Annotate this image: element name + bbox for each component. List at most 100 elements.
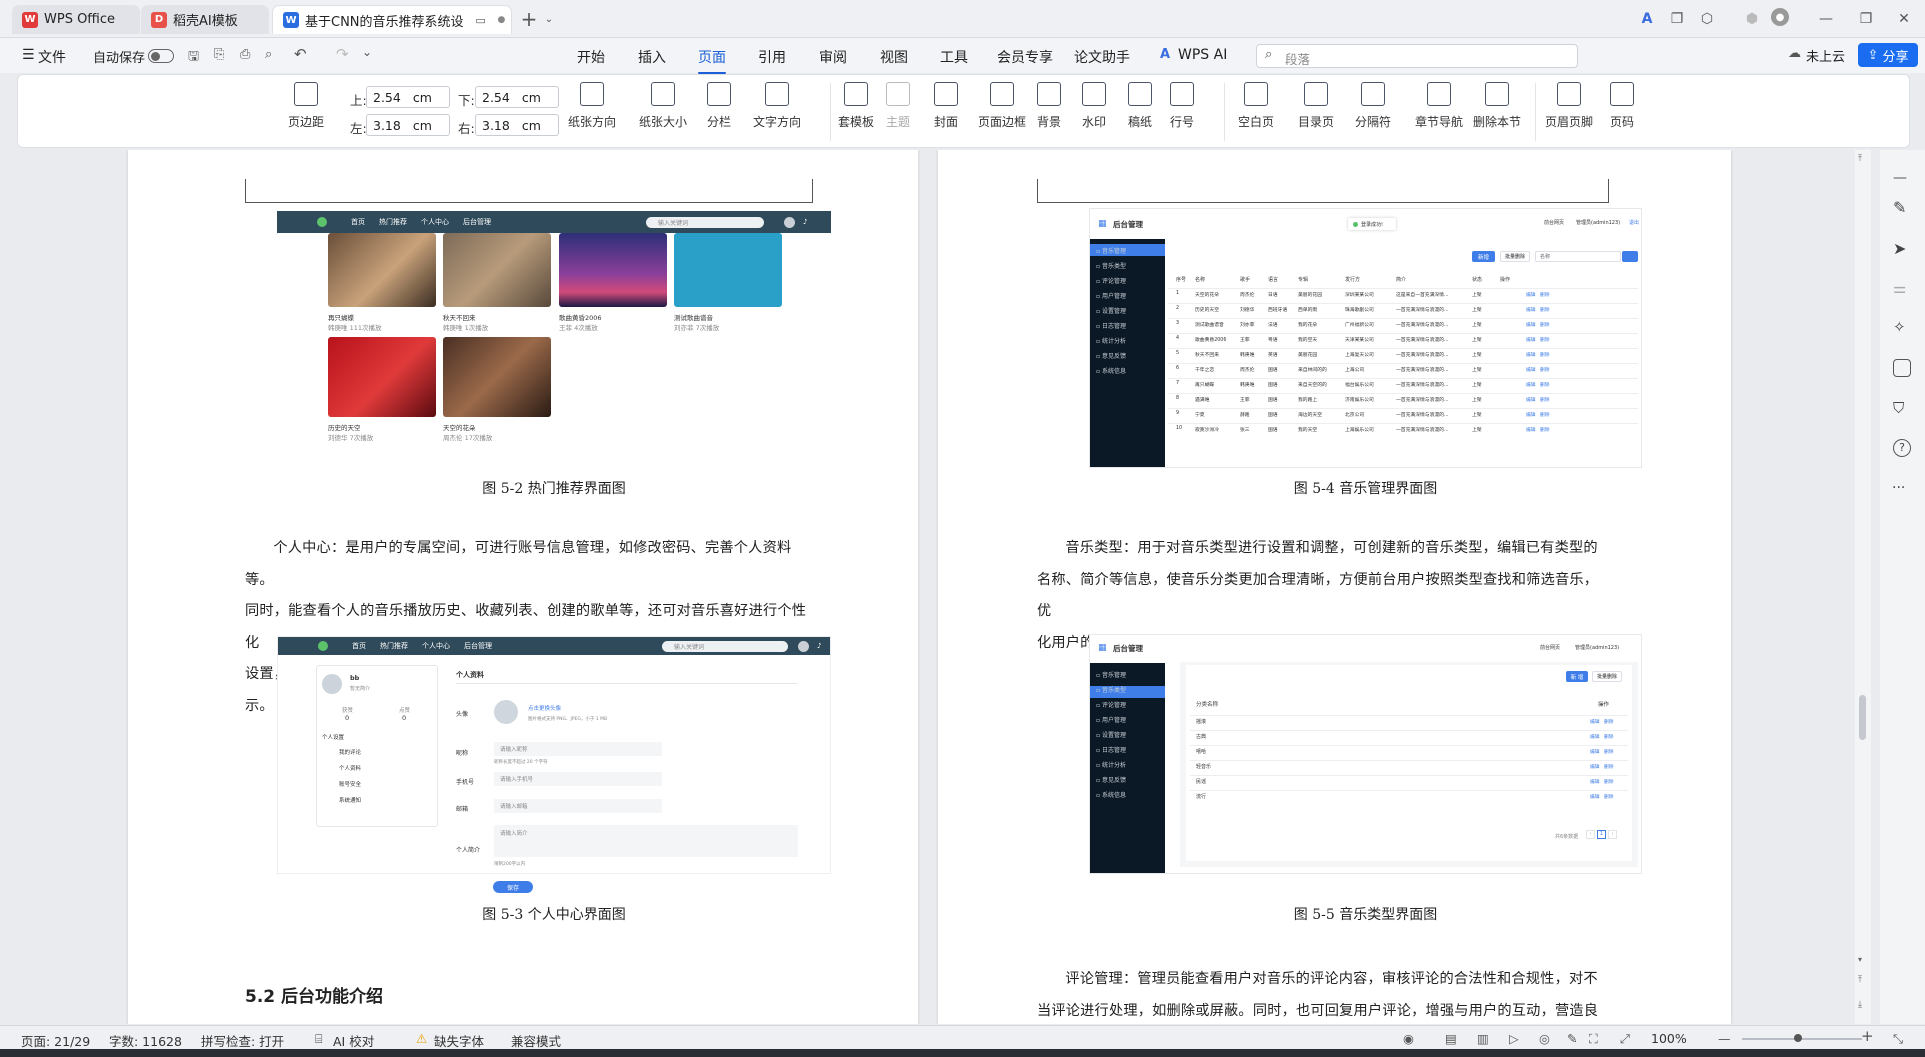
zoom-level[interactable]: 100% (1651, 1031, 1687, 1046)
text-direction-button[interactable]: 文字方向 (753, 82, 801, 130)
background-button[interactable]: 背景 (1037, 82, 1061, 130)
scroll-top-icon[interactable]: ⤒ (1858, 154, 1862, 164)
prev-page-icon[interactable]: ⤒ (1858, 975, 1862, 985)
hamburger-icon[interactable]: ☰ (22, 47, 35, 63)
menu-start[interactable]: 开始 (577, 47, 605, 67)
play-icon[interactable]: ▷ (1509, 1031, 1519, 1046)
page-border-button[interactable]: 页面边框 (978, 82, 1026, 130)
tab-docer[interactable]: D 稻壳AI模板 (141, 5, 269, 34)
spell-check[interactable]: 拼写检查: 打开 (201, 1031, 284, 1050)
theme-button[interactable]: 主题 (886, 82, 910, 130)
template-button[interactable]: 套模板 (838, 82, 874, 130)
zoom-slider-thumb[interactable] (1794, 1034, 1802, 1042)
cursor-icon[interactable]: ➤ (1893, 239, 1911, 258)
paper-size-button[interactable]: 纸张大小 (639, 82, 687, 130)
pen-icon[interactable]: ✎ (1893, 198, 1911, 217)
shirt-icon[interactable]: ⛉ (1893, 399, 1911, 417)
cloud-status[interactable]: 未上云 (1806, 46, 1845, 65)
menu-page[interactable]: 页面 (698, 47, 726, 74)
close-window-icon[interactable]: ✕ (1893, 8, 1915, 30)
menu-member[interactable]: 会员专享 (997, 47, 1053, 67)
avatar-icon[interactable]: ● (1771, 8, 1789, 26)
left-margin-field[interactable]: 3.18 cm (366, 114, 450, 136)
ribbon-separator (830, 83, 831, 141)
wps-ai-icon[interactable]: A (1636, 8, 1658, 30)
header-footer-button[interactable]: 页眉页脚 (1545, 82, 1593, 130)
manuscript-button[interactable]: 稿纸 (1128, 82, 1152, 130)
undo-icon[interactable]: ↶ (294, 45, 307, 63)
search-input[interactable]: ⌕ 段落 (1256, 44, 1578, 68)
menu-wps-ai[interactable]: WPS AI (1178, 47, 1227, 63)
zoom-fit-icon[interactable]: ⤢ (1620, 1031, 1630, 1047)
star-cursor-icon[interactable]: ✧ (1893, 318, 1911, 336)
menu-thesis[interactable]: 论文助手 (1074, 47, 1130, 67)
missing-font[interactable]: 缺失字体 (434, 1031, 484, 1050)
menu-view[interactable]: 视图 (880, 47, 908, 67)
window-icon[interactable]: ❐ (1666, 8, 1688, 30)
monitor-icon[interactable]: ▭ (470, 9, 492, 31)
table-cell: 嘻哈 (1196, 749, 1207, 755)
line-number-button[interactable]: 行号 (1170, 82, 1194, 130)
zoom-slider[interactable] (1742, 1034, 1862, 1042)
web-view-icon[interactable]: ◎ (1539, 1031, 1550, 1046)
cube-icon[interactable]: ⬡ (1696, 8, 1718, 30)
zoom-in-icon[interactable]: + (1861, 1027, 1874, 1045)
fit-icon[interactable]: ⛶ (1589, 1031, 1598, 1047)
share-button[interactable]: ⇪ 分享 (1858, 43, 1918, 67)
fullscreen-icon[interactable]: ⤡ (1893, 1031, 1903, 1047)
chevron-down-icon[interactable]: ⌄ (538, 8, 560, 30)
menu-reference[interactable]: 引用 (758, 47, 786, 67)
more-chevron-icon[interactable]: ⌄ (362, 45, 372, 59)
margins-button[interactable]: 页边距 (288, 82, 324, 130)
tab-document[interactable]: W 基于CNN的音乐推荐系统设 ▭ ● (272, 5, 512, 34)
section-nav-button[interactable]: 章节导航 (1415, 82, 1463, 130)
save-icon[interactable]: 🖫 (188, 47, 199, 69)
watermark-button[interactable]: 水印 (1082, 82, 1106, 130)
redo-icon[interactable]: ↷ (336, 45, 349, 63)
close-tab-icon[interactable]: ● (498, 15, 506, 25)
eye-icon[interactable]: ◉ (1403, 1031, 1414, 1046)
file-menu[interactable]: 文件 (38, 47, 66, 67)
word-count[interactable]: 字数: 11628 (109, 1031, 182, 1050)
toc-page-button[interactable]: 目录页 (1298, 82, 1334, 130)
ai-check[interactable]: AI 校对 (333, 1031, 374, 1050)
blank-page-button[interactable]: 空白页 (1238, 82, 1274, 130)
minimize-icon[interactable]: — (1815, 8, 1837, 30)
preview-icon[interactable]: ⌕ (265, 47, 272, 62)
export-icon[interactable]: ⎘ (214, 47, 224, 62)
print-icon[interactable]: ⎙ (240, 47, 250, 62)
menu-insert[interactable]: 插入 (638, 47, 666, 67)
more-icon[interactable]: ··· (1892, 480, 1905, 496)
page-indicator[interactable]: 页面: 21/29 (21, 1031, 90, 1050)
sliders-icon[interactable]: ⚌ (1893, 279, 1911, 297)
bottom-margin-field[interactable]: 2.54 cm (475, 86, 559, 108)
collapse-icon[interactable]: — (1893, 170, 1907, 186)
scroll-thumb[interactable] (1859, 695, 1866, 740)
columns-button[interactable]: 分栏 (707, 82, 731, 130)
doc-check-icon[interactable] (1893, 359, 1911, 377)
separator-button[interactable]: 分隔符 (1355, 82, 1391, 130)
row-action: 删除 (1540, 428, 1550, 433)
cover-button[interactable]: 封面 (934, 82, 958, 130)
tab-wps-office[interactable]: W WPS Office (12, 5, 140, 34)
new-tab-icon[interactable]: + (518, 7, 540, 31)
outline-view-icon[interactable]: ▥ (1477, 1031, 1489, 1046)
page-number-button[interactable]: 页码 (1610, 82, 1634, 130)
right-margin-field[interactable]: 3.18 cm (475, 114, 559, 136)
edit-icon[interactable]: ✎ (1567, 1031, 1577, 1046)
menu-review[interactable]: 审阅 (819, 47, 847, 67)
zoom-out-icon[interactable]: — (1718, 1031, 1731, 1046)
delete-section-button[interactable]: 删除本节 (1473, 82, 1521, 130)
autosave-toggle[interactable] (148, 49, 174, 63)
vertical-scrollbar[interactable]: ⤒ ▾ ⤒ ⤓ (1855, 150, 1871, 1024)
help-icon[interactable]: ? (1893, 439, 1911, 457)
next-page-icon[interactable]: ⤓ (1858, 1000, 1862, 1010)
menu-tools[interactable]: 工具 (940, 47, 968, 67)
settings-icon[interactable]: ⬢ (1741, 8, 1763, 30)
orientation-button[interactable]: 纸张方向 (568, 82, 616, 130)
top-margin-field[interactable]: 2.54 cm (366, 86, 450, 108)
restore-icon[interactable]: ❐ (1855, 8, 1877, 30)
row-action: 删除 (1540, 383, 1550, 388)
scroll-down-icon[interactable]: ▾ (1858, 955, 1862, 964)
page-view-icon[interactable]: ▤ (1445, 1031, 1457, 1046)
